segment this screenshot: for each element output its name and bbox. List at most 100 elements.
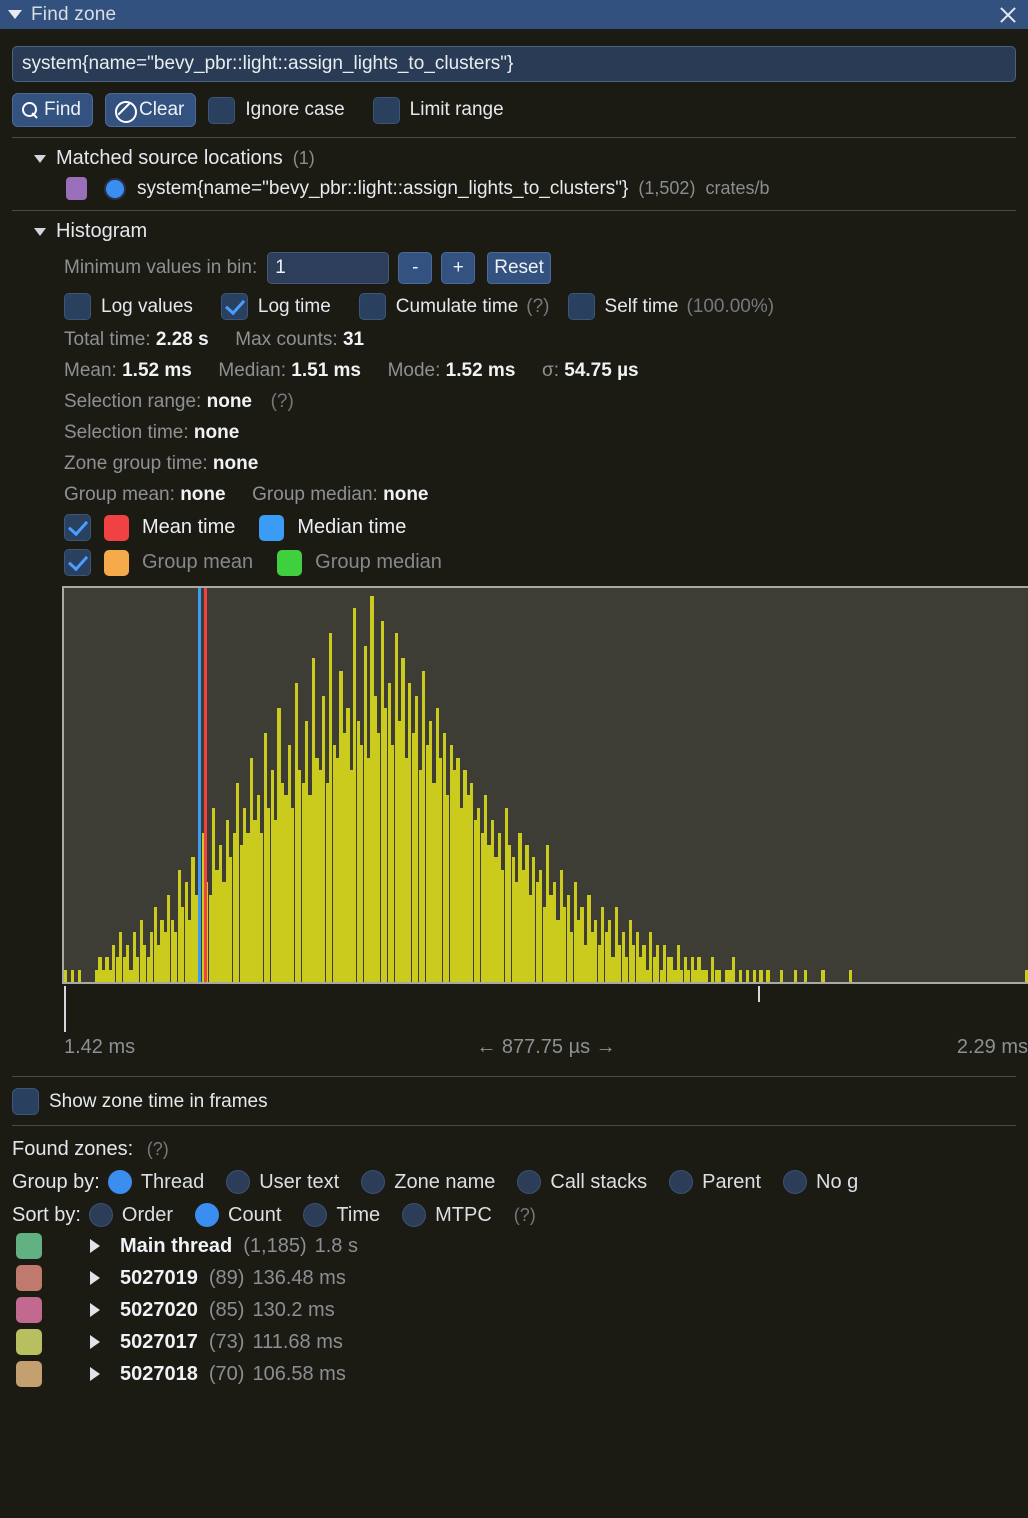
mean-time-color-swatch: [104, 514, 129, 541]
histogram-chart[interactable]: [62, 586, 1028, 984]
zone-list-item[interactable]: 5027017 (73) 111.68 ms: [12, 1329, 1016, 1355]
zone-list-item[interactable]: 5027019 (89) 136.48 ms: [12, 1265, 1016, 1291]
total-time-value: 2.28 s: [155, 329, 209, 350]
triangle-right-icon[interactable]: [90, 1335, 100, 1349]
triangle-down-icon: [34, 227, 46, 236]
reset-button[interactable]: Reset: [487, 252, 551, 284]
histogram-chart-wrapper: 1.42 ms ← 877.75 µs → 2.29 ms: [12, 586, 1028, 1066]
histogram-bar: [731, 957, 736, 982]
group-median-label: Group median: [315, 551, 442, 573]
zone-count: (70): [208, 1362, 245, 1385]
triangle-right-icon[interactable]: [90, 1271, 100, 1285]
found-zones-hint[interactable]: (?): [147, 1139, 169, 1159]
triangle-right-icon[interactable]: [90, 1367, 100, 1381]
group-by-radio-no-g[interactable]: [783, 1170, 808, 1194]
zone-color-swatch: [66, 177, 87, 200]
group-by-radio-call-stacks[interactable]: [517, 1170, 542, 1194]
self-time-percent: (100.00%): [686, 295, 775, 317]
selection-range-value: none: [206, 391, 252, 412]
zone-list-item[interactable]: Main thread (1,185) 1.8 s: [12, 1233, 1016, 1259]
group-by-label-no-g: No g: [816, 1170, 859, 1193]
clear-button[interactable]: Clear: [104, 93, 197, 127]
sort-by-radio-time[interactable]: [303, 1203, 328, 1227]
group-by-radio-parent[interactable]: [669, 1170, 694, 1194]
zone-thread-name: Main thread: [120, 1234, 233, 1257]
triangle-right-icon[interactable]: [90, 1239, 100, 1253]
self-time-label: Self time: [604, 295, 679, 317]
min-values-increment-button[interactable]: +: [441, 252, 476, 284]
group-mean-checkbox[interactable]: [64, 549, 91, 576]
zone-total-time: 136.48 ms: [252, 1266, 346, 1289]
search-row: system{name="bevy_pbr::light::assign_lig…: [12, 29, 1016, 82]
sort-by-radio-order[interactable]: [88, 1203, 113, 1227]
legend-row-1: Mean time Median time: [12, 514, 1016, 541]
group-mean-label: Group mean:: [64, 484, 175, 505]
matched-source-locations-title: Matched source locations: [56, 147, 283, 169]
find-button[interactable]: Find: [12, 93, 93, 127]
found-zones-title: Found zones:: [12, 1138, 134, 1160]
close-icon[interactable]: [997, 4, 1019, 26]
group-mean-label: Group mean: [142, 551, 254, 573]
zone-count: (1,185): [243, 1234, 307, 1257]
histogram-bar: [752, 969, 756, 982]
search-icon: [22, 102, 38, 118]
group-by-radio-thread[interactable]: [107, 1170, 132, 1194]
selection-time-label: Selection time:: [64, 422, 189, 443]
zone-list: Main thread (1,185) 1.8 s 5027019 (89) 136.48…: [12, 1233, 1016, 1387]
sort-by-label-count: Count: [228, 1203, 282, 1226]
matched-source-locations-header[interactable]: Matched source locations (1): [12, 147, 1016, 170]
group-by-radio-zone-name[interactable]: [361, 1170, 386, 1194]
mode-label: Mode:: [387, 360, 441, 381]
histogram-bar: [704, 969, 708, 982]
limit-range-checkbox[interactable]: [372, 96, 400, 124]
ignore-case-checkbox[interactable]: [208, 96, 236, 124]
triangle-down-icon[interactable]: [8, 10, 22, 19]
triangle-right-icon[interactable]: [90, 1303, 100, 1317]
sort-by-label-mtpc: MTPC: [435, 1203, 492, 1226]
self-time-checkbox[interactable]: [567, 293, 595, 320]
histogram-header[interactable]: Histogram: [12, 220, 1016, 243]
histogram-bar: [793, 969, 798, 982]
cumulate-time-hint[interactable]: (?): [526, 296, 549, 318]
toolbar: Find Clear Ignore case Limit range: [12, 93, 1016, 127]
mean-value: 1.52 ms: [122, 360, 192, 381]
show-zone-time-in-frames-checkbox[interactable]: [12, 1088, 39, 1115]
group-median-label: Group median:: [252, 484, 378, 505]
sort-by-label-order: Order: [121, 1203, 174, 1226]
total-time-label: Total time:: [64, 329, 151, 350]
selection-radio[interactable]: [104, 177, 126, 200]
log-values-checkbox[interactable]: [64, 293, 91, 320]
search-input[interactable]: system{name="bevy_pbr::light::assign_lig…: [12, 46, 1016, 82]
selection-range-hint[interactable]: (?): [271, 391, 294, 412]
zone-thread-name: 5027017: [120, 1330, 198, 1353]
matched-source-location-row[interactable]: system{name="bevy_pbr::light::assign_lig…: [12, 177, 1016, 200]
sigma-label: σ:: [541, 360, 559, 381]
sort-by-radio-count[interactable]: [195, 1203, 220, 1227]
group-by-label-thread: Thread: [140, 1170, 205, 1193]
selection-time-value: none: [193, 422, 240, 443]
zone-thread-name: 5027020: [120, 1298, 198, 1321]
log-time-checkbox[interactable]: [220, 293, 248, 320]
histogram-options-row: Log values Log time Cumulate time (?) Se…: [12, 293, 1016, 320]
histogram-axis-strip: [62, 986, 1028, 1034]
min-values-decrement-button[interactable]: -: [398, 252, 433, 284]
min-values-in-bin-input[interactable]: 1: [267, 252, 390, 284]
log-time-label: Log time: [257, 295, 331, 317]
histogram-bar: [718, 969, 722, 982]
group-by-radio-user-text[interactable]: [226, 1170, 251, 1194]
found-zones-title-row: Found zones: (?): [12, 1138, 1016, 1161]
sort-by-radio-mtpc[interactable]: [402, 1203, 427, 1227]
sort-by-hint[interactable]: (?): [514, 1205, 536, 1226]
matched-zone-name: system{name="bevy_pbr::light::assign_lig…: [137, 177, 629, 199]
group-by-label-user-text: User text: [259, 1170, 340, 1193]
group-median-value: none: [383, 484, 429, 505]
group-median-color-swatch[interactable]: [277, 549, 303, 576]
histogram-bar: [804, 969, 808, 982]
zone-list-item[interactable]: 5027018 (70) 106.58 ms: [12, 1361, 1016, 1387]
show-zone-time-in-frames-row: Show zone time in frames: [12, 1088, 1016, 1115]
histogram-bar: [759, 969, 763, 982]
zone-list-item[interactable]: 5027020 (85) 130.2 ms: [12, 1297, 1016, 1323]
cumulate-time-checkbox[interactable]: [358, 293, 386, 320]
mean-time-checkbox[interactable]: [64, 514, 91, 541]
median-time-color-swatch[interactable]: [259, 514, 285, 541]
